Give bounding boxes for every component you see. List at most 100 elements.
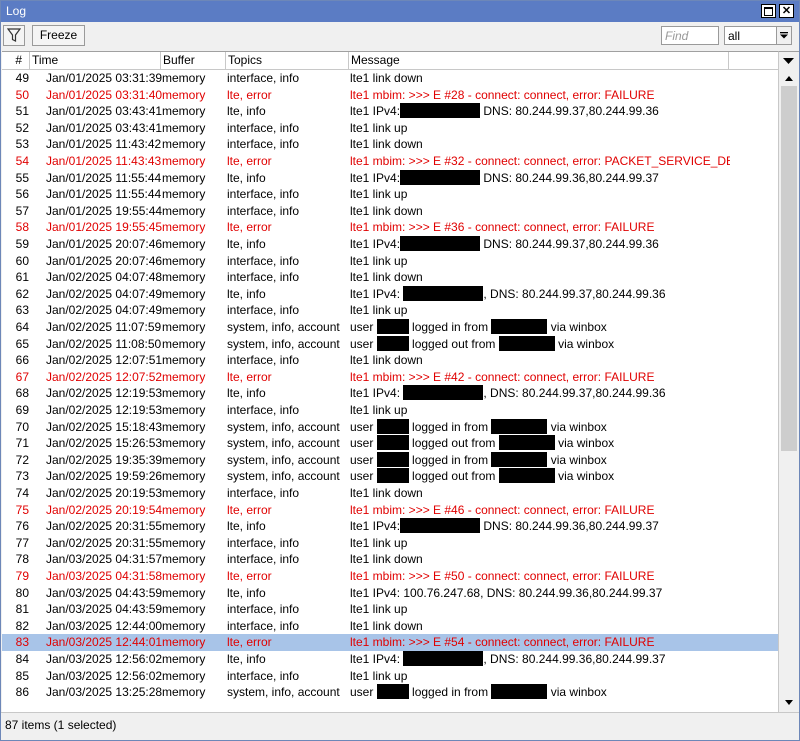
table-row[interactable]: 68 Jan/02/2025 12:19:53 memory lte, info lte…: [2, 385, 778, 402]
row-buffer: memory: [162, 137, 206, 152]
table-row[interactable]: 74 Jan/02/2025 20:19:53 memory interface, i…: [2, 485, 778, 502]
table-row[interactable]: 77 Jan/02/2025 20:31:55 memory interface, i…: [2, 535, 778, 552]
table-row[interactable]: 73 Jan/02/2025 19:59:26 memory system, info…: [2, 468, 778, 485]
row-message: lte1 link up: [350, 302, 730, 318]
table-row[interactable]: 86 Jan/03/2025 13:25:28 memory system, info…: [2, 684, 778, 701]
row-buffer: memory: [162, 237, 206, 251]
row-topics: lte, info: [227, 519, 266, 534]
row-message: lte1 mbim: >>> E #42 - connect: connect,…: [350, 369, 730, 385]
message-text: via winbox: [554, 336, 615, 351]
table-row[interactable]: 56 Jan/01/2025 11:55:44 memory interface, i…: [2, 186, 778, 203]
column-header-time[interactable]: Time: [30, 52, 161, 69]
scroll-down-button[interactable]: [781, 695, 797, 711]
message-text: lte1 link up: [350, 253, 408, 268]
row-number: 78: [15, 552, 29, 567]
row-topics: interface, info: [227, 403, 300, 417]
table-row[interactable]: 49 Jan/01/2025 03:31:39 memory interface, i…: [2, 70, 778, 87]
table-row[interactable]: 59 Jan/01/2025 20:07:46 memory lte, info lte…: [2, 236, 778, 253]
table-row[interactable]: 81 Jan/03/2025 04:43:59 memory interface, i…: [2, 601, 778, 618]
table-row[interactable]: 52 Jan/01/2025 03:43:41 memory interface, i…: [2, 120, 778, 137]
table-row[interactable]: 76 Jan/02/2025 20:31:55 memory lte, info lte…: [2, 518, 778, 535]
row-time: Jan/02/2025 04:07:49: [46, 286, 162, 301]
redacted-block: [491, 451, 548, 467]
row-number: 75: [15, 502, 29, 517]
message-text: logged out from: [408, 336, 499, 351]
table-row[interactable]: 80 Jan/03/2025 04:43:59 memory lte, info lte…: [2, 585, 778, 602]
table-row[interactable]: 70 Jan/02/2025 15:18:43 memory system, info…: [2, 418, 778, 436]
row-number: 67: [15, 369, 29, 384]
table-row[interactable]: 84 Jan/03/2025 12:56:02 memory lte, info lte…: [2, 651, 778, 668]
row-buffer: memory: [162, 320, 206, 334]
filter-button[interactable]: [3, 25, 25, 46]
table-row[interactable]: 54 Jan/01/2025 11:43:43 memory lte, error lt…: [2, 153, 778, 170]
table-row[interactable]: 55 Jan/01/2025 11:55:44 memory lte, info lte…: [2, 169, 778, 187]
maximize-button[interactable]: [761, 4, 776, 18]
titlebar[interactable]: Log ✕: [1, 1, 799, 22]
row-number: 84: [15, 652, 29, 666]
close-button[interactable]: ✕: [779, 4, 794, 18]
table-row[interactable]: 53 Jan/01/2025 11:43:42 memory interface, i…: [2, 136, 778, 153]
scroll-up-button[interactable]: [781, 70, 797, 86]
column-header-topics[interactable]: Topics: [226, 52, 349, 69]
row-time: Jan/01/2025 20:07:46: [46, 237, 162, 251]
message-text: via winbox: [547, 419, 607, 434]
table-row[interactable]: 62 Jan/02/2025 04:07:49 memory lte, info lte…: [2, 285, 778, 303]
redacted-block: [498, 335, 555, 351]
table-row[interactable]: 61 Jan/02/2025 04:07:48 memory interface, i…: [2, 269, 778, 286]
message-text: lte1 link down: [350, 270, 423, 285]
message-text: user: [350, 469, 377, 484]
row-buffer: memory: [162, 535, 206, 550]
table-row[interactable]: 71 Jan/02/2025 15:26:53 memory system, info…: [2, 435, 778, 452]
message-text: via winbox: [547, 320, 607, 334]
filter-select-dropdown[interactable]: [776, 27, 791, 44]
row-number: 71: [15, 436, 29, 451]
scrollbar[interactable]: [778, 51, 799, 712]
find-input[interactable]: [661, 26, 719, 45]
row-topics: lte, info: [227, 652, 266, 666]
column-header-buffer[interactable]: Buffer: [161, 52, 226, 69]
row-message: lte1 link up: [350, 668, 730, 684]
table-row[interactable]: 83 Jan/03/2025 12:44:01 memory lte, error lt…: [2, 634, 778, 651]
row-time: Jan/02/2025 19:59:26: [46, 469, 162, 484]
column-header-message[interactable]: Message: [349, 52, 729, 69]
row-time: Jan/03/2025 13:25:28: [46, 685, 162, 700]
row-number: 77: [15, 535, 29, 550]
message-text: lte1 mbim: >>> E #42 - connect: connect,…: [350, 369, 655, 384]
row-topics: interface, info: [227, 668, 300, 683]
table-row[interactable]: 69 Jan/02/2025 12:19:53 memory interface, i…: [2, 402, 778, 419]
table-row[interactable]: 65 Jan/02/2025 11:08:50 memory system, info…: [2, 335, 778, 353]
table-row[interactable]: 60 Jan/01/2025 20:07:46 memory interface, i…: [2, 253, 778, 270]
row-buffer: memory: [162, 170, 206, 185]
table-row[interactable]: 57 Jan/01/2025 19:55:44 memory interface, i…: [2, 203, 778, 220]
row-time: Jan/01/2025 19:55:44: [46, 203, 162, 218]
row-buffer: memory: [162, 419, 206, 434]
message-text: user: [350, 436, 377, 451]
table-row[interactable]: 58 Jan/01/2025 19:55:45 memory lte, error lt…: [2, 219, 778, 236]
redacted-block: [491, 418, 548, 434]
table-row[interactable]: 85 Jan/03/2025 12:56:02 memory interface, i…: [2, 668, 778, 685]
row-topics: lte, error: [227, 635, 272, 650]
scroll-thumb[interactable]: [781, 86, 797, 451]
table-row[interactable]: 51 Jan/01/2025 03:43:41 memory lte, info lte…: [2, 103, 778, 120]
maximize-icon: [764, 7, 773, 16]
table-row[interactable]: 78 Jan/03/2025 04:31:57 memory interface, i…: [2, 551, 778, 568]
row-time: Jan/03/2025 04:31:58: [46, 569, 162, 583]
table-row[interactable]: 64 Jan/02/2025 11:07:59 memory system, info…: [2, 319, 778, 336]
column-header-number[interactable]: #: [2, 52, 30, 69]
table-row[interactable]: 75 Jan/02/2025 20:19:54 memory lte, error lt…: [2, 502, 778, 519]
table-row[interactable]: 82 Jan/03/2025 12:44:00 memory interface, i…: [2, 618, 778, 635]
table-row[interactable]: 63 Jan/02/2025 04:07:49 memory interface, i…: [2, 302, 778, 319]
table-row[interactable]: 72 Jan/02/2025 19:35:39 memory system, info…: [2, 451, 778, 469]
freeze-button[interactable]: Freeze: [32, 25, 85, 46]
table-row[interactable]: 50 Jan/01/2025 03:31:40 memory lte, error lt…: [2, 87, 778, 104]
column-menu-button[interactable]: [779, 52, 799, 69]
row-topics: lte, info: [227, 170, 266, 185]
row-topics: system, info, account: [227, 419, 340, 434]
table-row[interactable]: 67 Jan/02/2025 12:07:52 memory lte, error lt…: [2, 369, 778, 386]
row-number: 69: [15, 403, 29, 417]
table-row[interactable]: 66 Jan/02/2025 12:07:51 memory interface, i…: [2, 352, 778, 369]
message-text: lte1 IPv4:: [350, 104, 401, 119]
filter-select[interactable]: all: [724, 26, 792, 45]
table-row[interactable]: 79 Jan/03/2025 04:31:58 memory lte, error lt…: [2, 568, 778, 585]
row-message: lte1 link up: [350, 402, 730, 418]
